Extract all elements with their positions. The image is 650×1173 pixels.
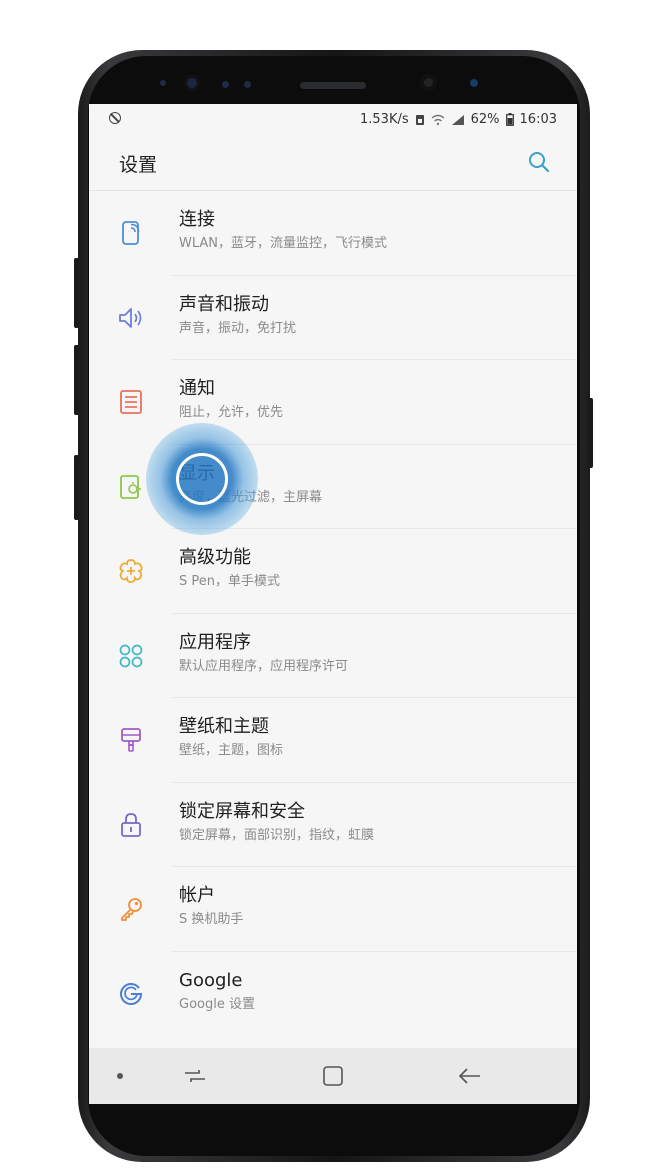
sensor-icon-2 bbox=[222, 81, 229, 88]
item-title: 锁定屏幕和安全 bbox=[179, 800, 305, 822]
settings-item-wallpapers-themes[interactable]: 壁纸和主题 壁纸，主题，图标 bbox=[89, 698, 577, 783]
item-subtitle: WLAN，蓝牙，流量监控，飞行模式 bbox=[179, 236, 388, 251]
settings-item-accounts[interactable]: 帐户 S 换机助手 bbox=[89, 867, 577, 952]
navigation-bar bbox=[89, 1048, 577, 1104]
status-bar: 1.53K/s 62% 16:03 bbox=[89, 104, 577, 138]
lock-icon bbox=[121, 812, 141, 837]
touch-ring bbox=[176, 453, 228, 505]
iris-led-icon bbox=[470, 79, 478, 87]
item-subtitle: 声音，振动，免打扰 bbox=[179, 320, 297, 336]
item-title: 高级功能 bbox=[179, 547, 251, 568]
item-subtitle: 阻止，允许，优先 bbox=[179, 405, 284, 420]
advanced-features-icon bbox=[119, 559, 143, 583]
theme-brush-icon bbox=[121, 728, 141, 752]
item-subtitle: 壁纸，主题，图标 bbox=[179, 743, 284, 758]
front-camera-icon bbox=[420, 74, 437, 91]
settings-header: 设置 bbox=[89, 138, 577, 191]
settings-item-google[interactable]: Google Google 设置 bbox=[89, 952, 577, 1037]
iris-camera-icon bbox=[184, 75, 200, 91]
settings-list: 连接 WLAN，蓝牙，流量监控，飞行模式 声音和振动 声音，振动，免打扰 通知 … bbox=[89, 191, 577, 1036]
earpiece-speaker bbox=[300, 82, 366, 89]
network-speed: 1.53K/s bbox=[360, 112, 409, 127]
power-button bbox=[588, 398, 593, 468]
item-title: Google bbox=[179, 969, 243, 991]
settings-item-sound[interactable]: 声音和振动 声音，振动，免打扰 bbox=[89, 276, 577, 360]
volume-button bbox=[74, 258, 79, 328]
settings-item-apps[interactable]: 应用程序 默认应用程序，应用程序许可 bbox=[89, 614, 577, 698]
item-title: 声音和振动 bbox=[179, 293, 269, 315]
battery-icon bbox=[505, 113, 514, 126]
item-subtitle: S 换机助手 bbox=[179, 912, 244, 927]
page-title: 设置 bbox=[119, 154, 158, 176]
item-subtitle: Google 设置 bbox=[179, 996, 255, 1012]
connection-icon bbox=[122, 221, 140, 245]
item-title: 帐户 bbox=[179, 885, 215, 906]
home-icon[interactable] bbox=[321, 1064, 345, 1088]
recents-icon[interactable] bbox=[181, 1064, 209, 1088]
item-subtitle: 锁定屏幕，面部识别，指纹，虹膜 bbox=[179, 827, 375, 843]
status-right: 1.53K/s 62% 16:03 bbox=[360, 112, 557, 127]
wifi-icon bbox=[431, 114, 445, 125]
blocked-notification-icon bbox=[109, 112, 121, 124]
sensor-icon-3 bbox=[244, 81, 251, 88]
settings-item-lock-screen-security[interactable]: 锁定屏幕和安全 锁定屏幕，面部识别，指纹，虹膜 bbox=[89, 783, 577, 867]
settings-item-advanced-features[interactable]: 高级功能 S Pen，单手模式 bbox=[89, 529, 577, 614]
search-icon[interactable] bbox=[527, 150, 551, 174]
sound-icon bbox=[119, 307, 142, 328]
back-icon[interactable] bbox=[457, 1064, 483, 1088]
settings-screen: 1.53K/s 62% 16:03 设置 连接 WLAN，蓝牙，流量监控，飞行模… bbox=[89, 104, 577, 1104]
sensor-icon bbox=[160, 80, 166, 86]
display-icon bbox=[120, 474, 141, 499]
settings-item-connections[interactable]: 连接 WLAN，蓝牙，流量监控，飞行模式 bbox=[89, 191, 577, 276]
sim-icon bbox=[415, 114, 424, 125]
dot-icon[interactable] bbox=[117, 1073, 123, 1079]
notification-icon bbox=[120, 390, 142, 414]
apps-icon bbox=[119, 644, 143, 667]
item-title: 壁纸和主题 bbox=[179, 716, 269, 737]
item-subtitle: S Pen，单手模式 bbox=[179, 574, 280, 589]
signal-icon bbox=[451, 114, 464, 125]
item-title: 应用程序 bbox=[179, 631, 251, 653]
bixby-button-2 bbox=[74, 455, 79, 520]
settings-item-notifications[interactable]: 通知 阻止，允许，优先 bbox=[89, 360, 577, 445]
item-title: 连接 bbox=[179, 209, 215, 230]
item-title: 通知 bbox=[179, 378, 215, 399]
battery-percent: 62% bbox=[470, 112, 500, 127]
clock: 16:03 bbox=[519, 112, 557, 127]
item-subtitle: 默认应用程序，应用程序许可 bbox=[179, 658, 349, 674]
google-icon bbox=[120, 982, 143, 1005]
key-icon bbox=[121, 898, 142, 921]
bixby-button bbox=[74, 345, 79, 415]
